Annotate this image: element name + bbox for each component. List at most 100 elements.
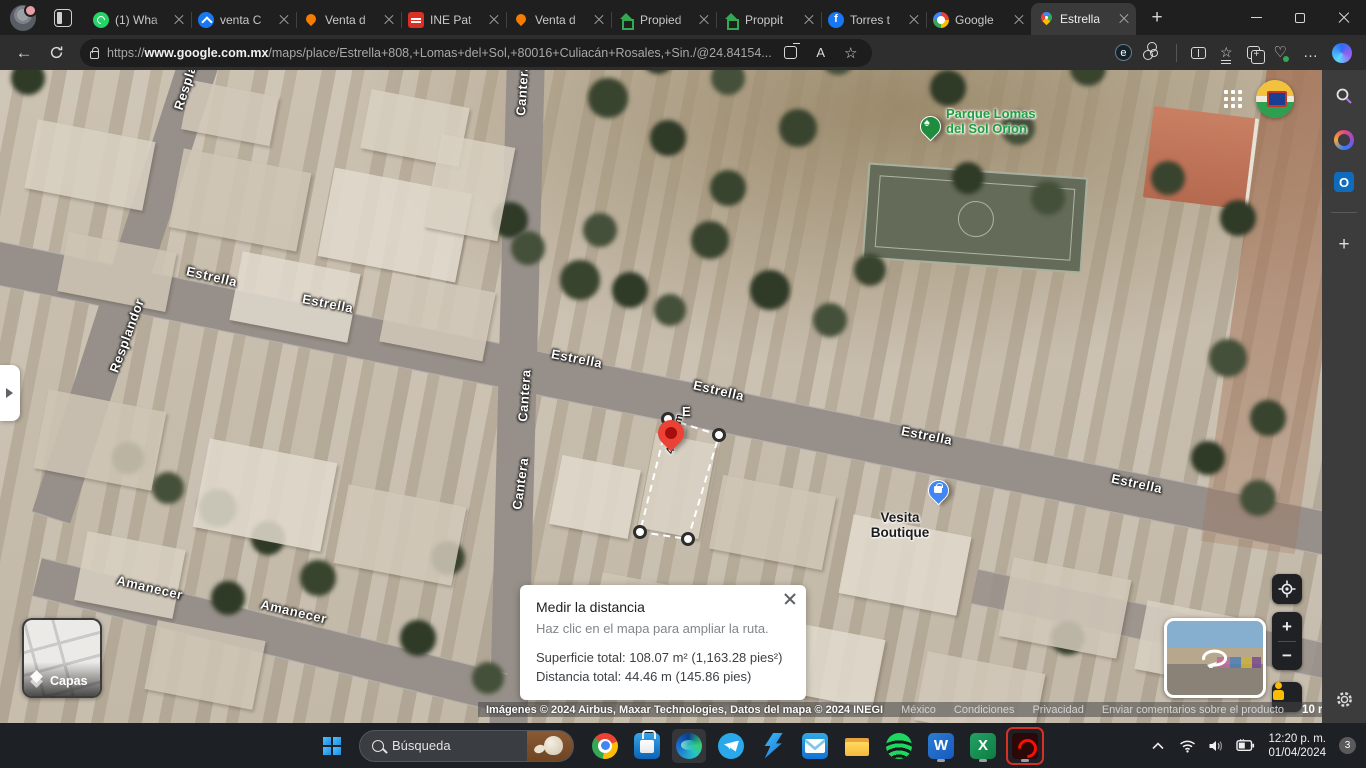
wifi-icon[interactable] (1177, 736, 1197, 756)
taskbar-chrome-button[interactable] (588, 729, 622, 763)
minimize-button[interactable] (1234, 0, 1278, 35)
tab-label: Torres t (850, 13, 903, 27)
sidebar-outlook-icon[interactable] (1334, 172, 1354, 192)
side-panel-expand-button[interactable] (0, 365, 20, 421)
zoom-controls: + − (1272, 612, 1302, 670)
attribution-link-privacidad[interactable]: Privacidad (1032, 704, 1083, 716)
tab-close-icon[interactable] (699, 15, 709, 25)
taskbar-acrobat-button[interactable] (1008, 729, 1042, 763)
tab-close-icon[interactable] (909, 15, 919, 25)
taskbar-explorer-button[interactable] (840, 729, 874, 763)
favorite-star-icon[interactable] (840, 42, 862, 64)
copilot-icon[interactable] (1332, 43, 1352, 63)
sidebar-add-button[interactable]: + (1332, 233, 1356, 257)
location-pin[interactable] (658, 420, 684, 446)
close-button[interactable] (1322, 0, 1366, 35)
layers-button[interactable]: Capas (22, 618, 102, 698)
taskbar-telegram-button[interactable] (714, 729, 748, 763)
google-maps-satellite-view[interactable]: ResplaCanteraEstrellaEstrellaEstrellaEst… (0, 70, 1322, 723)
chevron-blue-icon (198, 12, 214, 28)
favorites-icon[interactable] (1220, 44, 1233, 61)
street-label-respla: Respla (171, 70, 200, 112)
tab-venta-c[interactable]: venta C (191, 5, 296, 35)
tab-venta-d[interactable]: Venta d (296, 5, 401, 35)
start-button[interactable] (315, 729, 349, 763)
tab-estrella[interactable]: Estrella (1031, 3, 1136, 35)
tab-label: Propied (640, 13, 693, 27)
zoom-in-button[interactable]: + (1272, 613, 1302, 641)
tab-close-icon[interactable] (384, 15, 394, 25)
poi-shop-pin[interactable] (928, 480, 949, 501)
refresh-button[interactable] (42, 39, 70, 67)
tab-actions-icon[interactable] (54, 9, 72, 27)
street-label-estrella: Estrella (900, 423, 954, 448)
tab-torres-t[interactable]: Torres t (821, 5, 926, 35)
settings-more-icon[interactable] (1303, 44, 1318, 62)
extensions-icon[interactable] (1150, 49, 1158, 57)
split-screen-icon[interactable] (1191, 47, 1206, 59)
tab-google[interactable]: Google (926, 5, 1031, 35)
taskbar-edge-button[interactable] (672, 729, 706, 763)
read-aloud-icon[interactable] (810, 42, 832, 64)
zoom-out-button[interactable]: − (1272, 642, 1302, 670)
taskbar-excel-button[interactable]: X (966, 729, 1000, 763)
measure-distance-dialog: Medir la distancia Haz clic en el mapa p… (520, 585, 806, 700)
tray-chevron-icon[interactable] (1148, 736, 1168, 756)
browser-profile-avatar[interactable] (10, 5, 36, 31)
taskbar-mail-button[interactable] (798, 729, 832, 763)
new-tab-button[interactable]: + (1144, 5, 1170, 31)
street-label-cantera: Cantera (509, 456, 531, 510)
rotate-arrow-icon (1198, 646, 1232, 668)
dialog-close-icon[interactable] (784, 593, 796, 605)
extension-e-icon[interactable] (1115, 44, 1132, 61)
tab-venta-d[interactable]: Venta d (506, 5, 611, 35)
collections-icon[interactable] (1247, 46, 1260, 59)
taskbar-clock[interactable]: 12:20 p. m. 01/04/2024 (1268, 732, 1326, 760)
street-view-thumbnail[interactable] (1164, 618, 1266, 698)
tab-1-wha[interactable]: (1) Wha (86, 5, 191, 35)
volume-icon[interactable] (1206, 736, 1226, 756)
taskbar-search-box[interactable]: Búsqueda (359, 730, 574, 762)
url-text[interactable]: https://www.google.com.mx/maps/place/Est… (107, 46, 772, 60)
taskbar-spotify-button[interactable] (882, 729, 916, 763)
dialog-area-total: Superficie total: 108.07 m² (1,163.28 pi… (536, 650, 790, 665)
back-button[interactable]: ← (10, 39, 38, 67)
attribution-link-condiciones[interactable]: Condiciones (954, 704, 1015, 716)
poi-park-pin[interactable]: ♠ (920, 116, 941, 137)
battery-icon[interactable] (1235, 736, 1255, 756)
browser-essentials-icon[interactable] (1274, 43, 1289, 62)
tab-close-icon[interactable] (1014, 15, 1024, 25)
screenshot-icon[interactable] (780, 42, 802, 64)
maximize-button[interactable] (1278, 0, 1322, 35)
attribution-link-m-xico[interactable]: México (901, 704, 936, 716)
tab-close-icon[interactable] (594, 15, 604, 25)
poi-park-label[interactable]: Parque Lomas del Sol Orion (946, 106, 1036, 136)
google-apps-grid-icon[interactable] (1224, 90, 1228, 94)
sidebar-settings-icon[interactable] (1332, 687, 1356, 711)
street-label-estrella: Estrella (550, 346, 604, 371)
tab-close-icon[interactable] (174, 15, 184, 25)
google-account-avatar[interactable] (1256, 80, 1294, 118)
taskbar-lightning-button[interactable] (756, 729, 790, 763)
tab-close-icon[interactable] (804, 15, 814, 25)
layers-icon (32, 675, 44, 687)
my-location-button[interactable] (1272, 574, 1302, 604)
tab-close-icon[interactable] (1119, 14, 1129, 24)
taskbar-word-button[interactable]: W (924, 729, 958, 763)
tab-proppit[interactable]: Proppit (716, 5, 821, 35)
poi-shop-label[interactable]: Vesita Boutique (850, 510, 950, 540)
pdf-icon (408, 12, 424, 28)
tab-close-icon[interactable] (279, 15, 289, 25)
tab-propied[interactable]: Propied (611, 5, 716, 35)
pin-orange-icon (513, 12, 529, 28)
sidebar-m365-icon[interactable] (1332, 128, 1356, 152)
attribution-link-enviar-comentarios-sobre-el-producto[interactable]: Enviar comentarios sobre el producto (1102, 704, 1284, 716)
sidebar-search-icon[interactable] (1332, 84, 1356, 108)
tab-ine-pat[interactable]: INE Pat (401, 5, 506, 35)
tab-close-icon[interactable] (489, 15, 499, 25)
address-bar[interactable]: https://www.google.com.mx/maps/place/Est… (80, 39, 872, 67)
store-icon (634, 733, 660, 759)
notification-badge[interactable]: 3 (1339, 737, 1356, 754)
taskbar-store-button[interactable] (630, 729, 664, 763)
maximize-icon (1295, 13, 1305, 23)
